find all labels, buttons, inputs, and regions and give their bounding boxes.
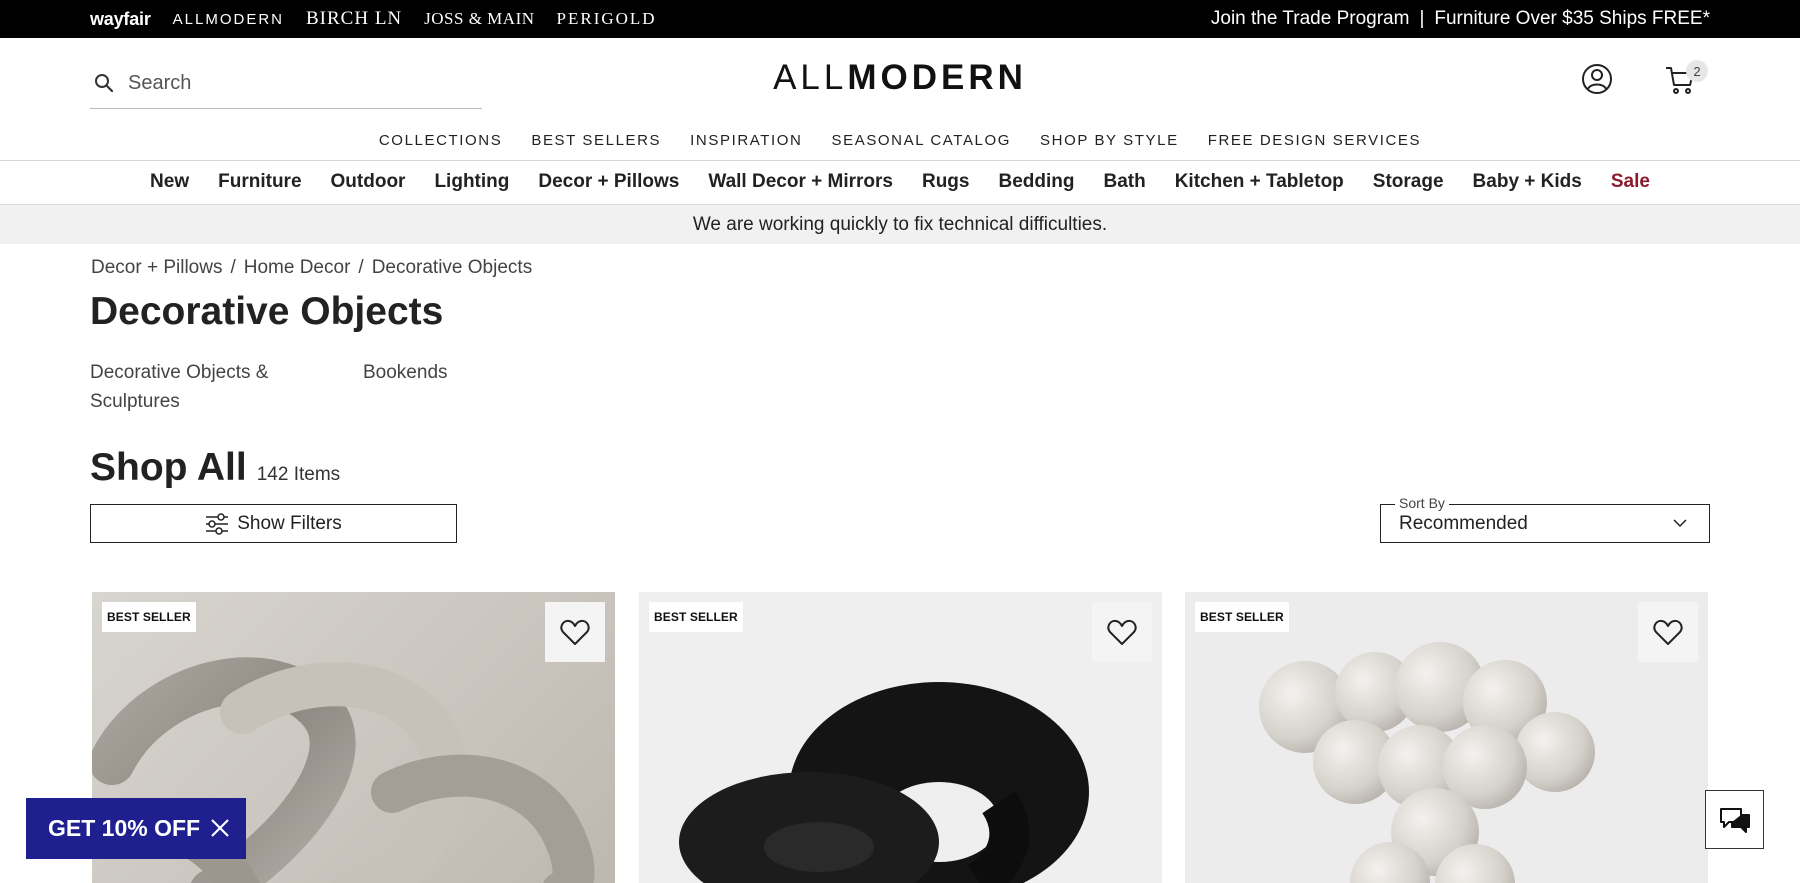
top-promo: Join the Trade Program | Furniture Over … — [1211, 0, 1710, 38]
product-image-black-loops[interactable] — [639, 592, 1162, 883]
sort-value: Recommended — [1399, 512, 1528, 534]
favorite-button[interactable] — [1092, 602, 1152, 662]
breadcrumb-decorative-objects[interactable]: Decorative Objects — [372, 257, 533, 279]
subnav-best-sellers[interactable]: BEST SELLERS — [531, 131, 661, 161]
product-card[interactable]: BEST SELLER — [639, 592, 1162, 883]
category-kitchen-tabletop[interactable]: Kitchen + Tabletop — [1175, 171, 1344, 203]
discount-offer-button[interactable]: GET 10% OFF — [26, 798, 246, 859]
nav-divider — [0, 160, 1800, 161]
brand-allmodern[interactable]: ALLMODERN — [173, 11, 284, 28]
cart-count-badge: 2 — [1686, 60, 1708, 82]
subnav-free-design-services[interactable]: FREE DESIGN SERVICES — [1208, 131, 1421, 161]
favorite-button[interactable] — [545, 602, 605, 662]
breadcrumb-home-decor[interactable]: Home Decor — [244, 257, 351, 279]
sort-select[interactable]: Sort By Recommended — [1380, 495, 1710, 543]
logo-part-bold: MODERN — [847, 58, 1027, 97]
brand-wayfair[interactable]: wayfair — [90, 9, 151, 30]
chevron-down-icon — [1673, 519, 1687, 528]
breadcrumb-separator: / — [230, 257, 236, 278]
brand-bar: wayfair ALLMODERN BIRCH LN JOSS & MAIN P… — [0, 0, 1800, 38]
brand-joss-and-main[interactable]: JOSS & MAIN — [424, 9, 534, 29]
trade-program-link[interactable]: Join the Trade Program — [1211, 8, 1410, 30]
promo-separator: | — [1419, 8, 1425, 29]
account-icon[interactable] — [1581, 63, 1613, 95]
product-image-sphere-cluster[interactable] — [1185, 592, 1708, 883]
notice-banner: We are working quickly to fix technical … — [0, 205, 1800, 244]
category-lighting[interactable]: Lighting — [434, 171, 509, 203]
subcategory-decorative-objects-sculptures[interactable]: Decorative Objects & Sculptures — [90, 358, 310, 416]
category-rugs[interactable]: Rugs — [922, 171, 970, 203]
category-storage[interactable]: Storage — [1373, 171, 1444, 203]
category-furniture[interactable]: Furniture — [218, 171, 301, 203]
best-seller-badge: BEST SELLER — [1195, 602, 1289, 632]
site-logo[interactable]: ALLMODERN — [0, 58, 1800, 98]
category-decor-pillows[interactable]: Decor + Pillows — [538, 171, 679, 203]
breadcrumb-separator: / — [358, 257, 364, 278]
category-sale[interactable]: Sale — [1611, 171, 1650, 203]
subnav-inspiration[interactable]: INSPIRATION — [690, 131, 802, 161]
category-nav: New Furniture Outdoor Lighting Decor + P… — [0, 171, 1800, 203]
show-filters-button[interactable]: Show Filters — [90, 504, 457, 543]
brand-birch-lane[interactable]: BIRCH LN — [306, 8, 402, 30]
brand-perigold[interactable]: PERIGOLD — [557, 9, 657, 29]
show-filters-label: Show Filters — [237, 512, 342, 534]
breadcrumb-decor-pillows[interactable]: Decor + Pillows — [91, 257, 222, 279]
close-icon[interactable] — [209, 817, 231, 839]
secondary-nav: COLLECTIONS BEST SELLERS INSPIRATION SEA… — [0, 131, 1800, 161]
heart-icon — [1107, 619, 1137, 645]
logo-part-light: ALL — [773, 58, 848, 97]
subnav-shop-by-style[interactable]: SHOP BY STYLE — [1040, 131, 1179, 161]
best-seller-badge: BEST SELLER — [102, 602, 196, 632]
brand-links: wayfair ALLMODERN BIRCH LN JOSS & MAIN P… — [90, 0, 657, 38]
chat-button[interactable] — [1705, 790, 1764, 849]
subnav-seasonal-catalog[interactable]: SEASONAL CATALOG — [832, 131, 1012, 161]
chat-icon — [1719, 807, 1750, 833]
category-new[interactable]: New — [150, 171, 189, 203]
heart-icon — [1653, 619, 1683, 645]
subnav-collections[interactable]: COLLECTIONS — [379, 131, 502, 161]
page-title: Decorative Objects — [90, 290, 444, 333]
heart-icon — [560, 619, 590, 645]
sort-label: Sort By — [1395, 495, 1449, 511]
product-card[interactable]: BEST SELLER — [1185, 592, 1708, 883]
category-outdoor[interactable]: Outdoor — [331, 171, 406, 203]
best-seller-badge: BEST SELLER — [649, 602, 743, 632]
offer-label: GET 10% OFF — [48, 815, 201, 841]
category-bedding[interactable]: Bedding — [998, 171, 1074, 203]
cart-button[interactable]: 2 — [1664, 60, 1708, 100]
shipping-promo-link[interactable]: Furniture Over $35 Ships FREE* — [1434, 8, 1710, 30]
filters-icon — [206, 512, 229, 535]
category-wall-decor-mirrors[interactable]: Wall Decor + Mirrors — [708, 171, 893, 203]
favorite-button[interactable] — [1638, 602, 1698, 662]
category-baby-kids[interactable]: Baby + Kids — [1473, 171, 1582, 203]
shop-all-header: Shop All 142 Items — [90, 446, 340, 490]
shop-all-title: Shop All — [90, 446, 247, 489]
breadcrumb: Decor + Pillows / Home Decor / Decorativ… — [91, 257, 532, 279]
subcategory-bookends[interactable]: Bookends — [363, 358, 448, 387]
item-count: 142 Items — [256, 464, 341, 485]
category-bath[interactable]: Bath — [1103, 171, 1145, 203]
